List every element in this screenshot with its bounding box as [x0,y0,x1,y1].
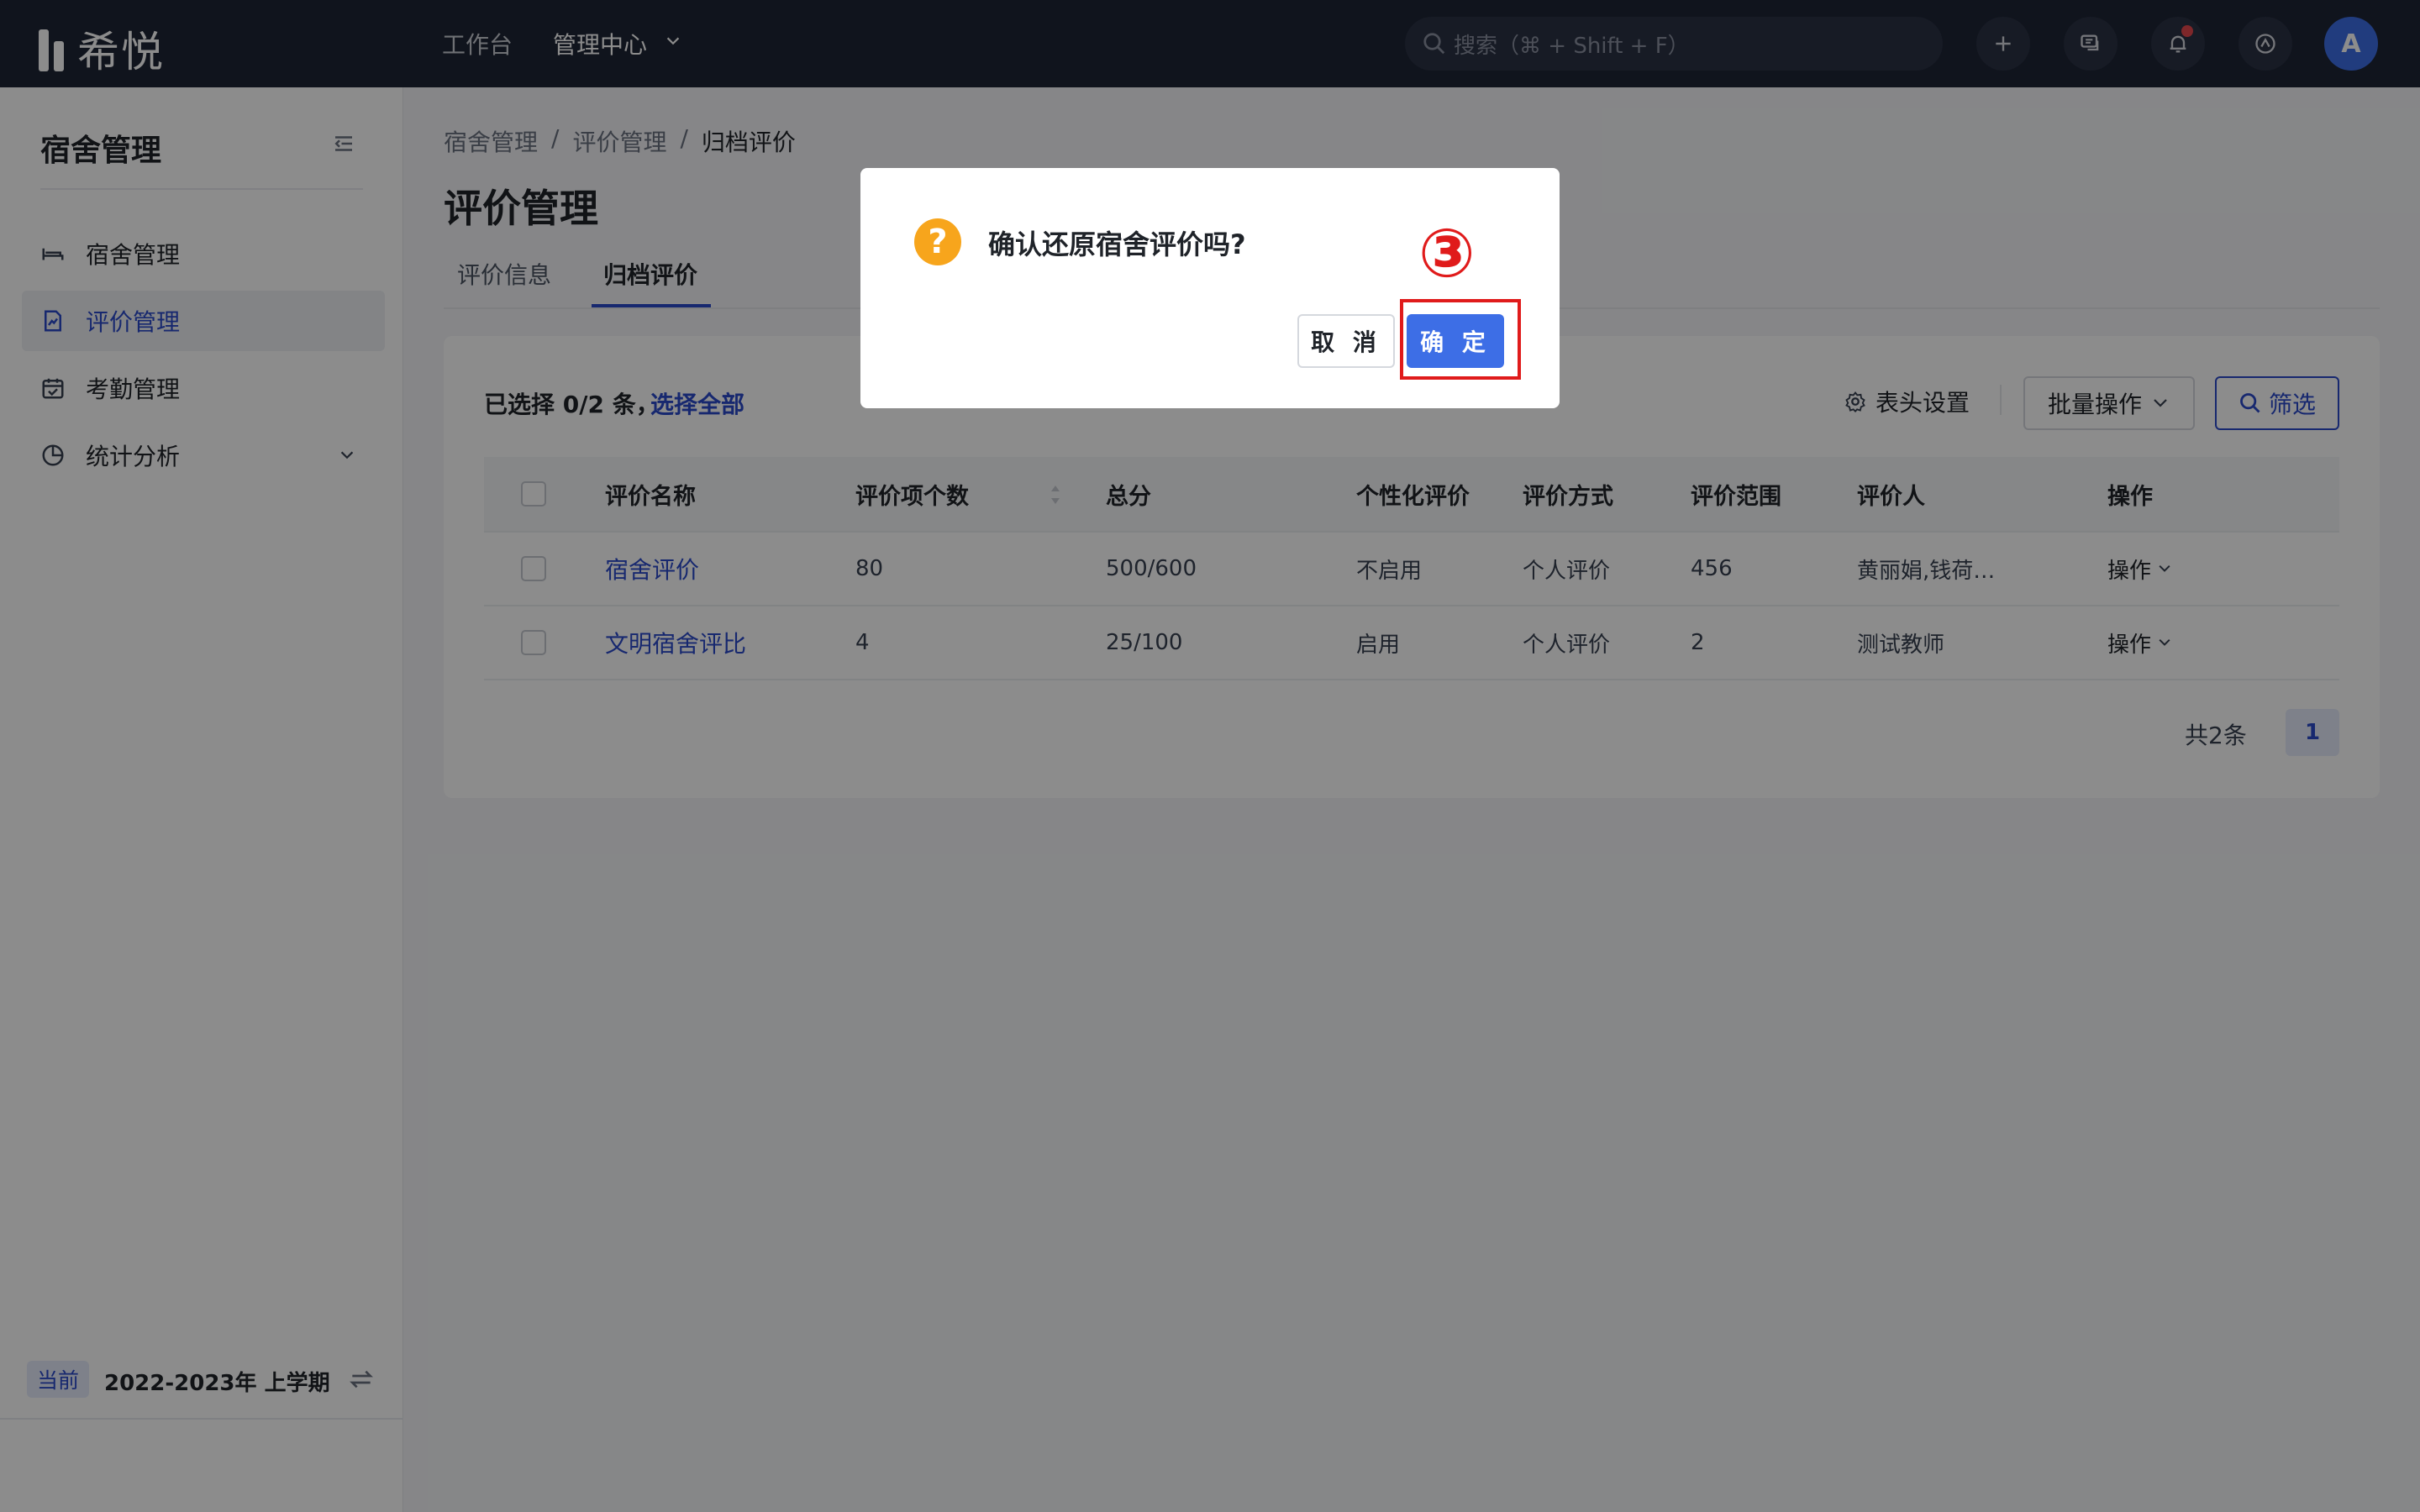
dialog-title: 确认还原宿舍评价吗? [988,228,1246,260]
question-icon: ? [914,218,961,265]
annotation-step-marker: ③ [1418,214,1476,292]
cancel-button[interactable]: 取 消 [1297,314,1395,368]
annotation-highlight-box [1400,299,1521,380]
